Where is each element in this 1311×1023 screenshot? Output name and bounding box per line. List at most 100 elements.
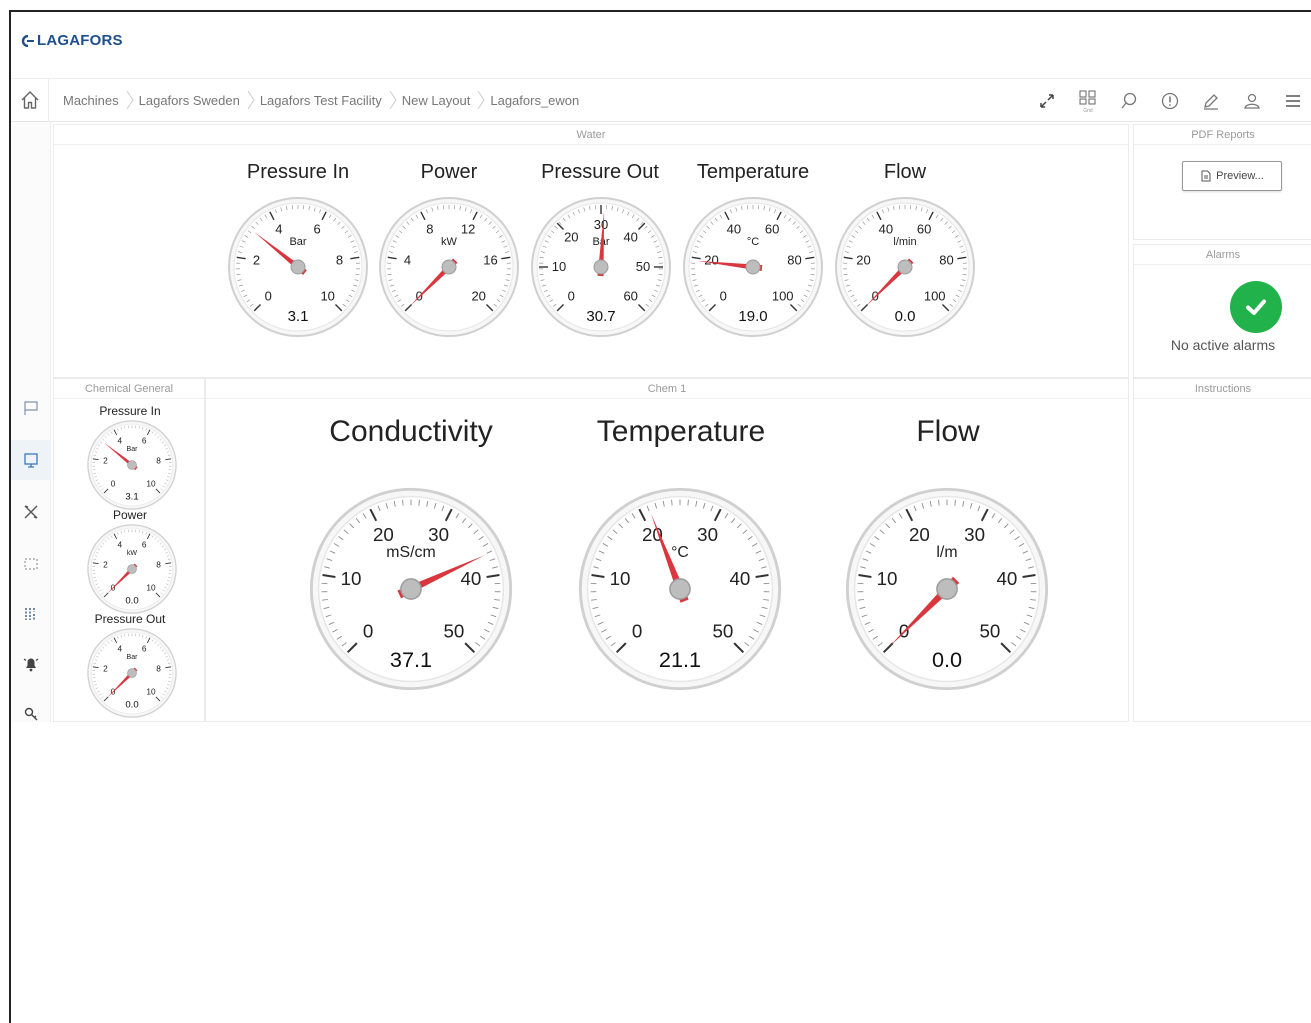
sidebar-item-flag[interactable] — [11, 388, 51, 428]
gauge-tick-label: 20 — [856, 252, 870, 267]
logo[interactable]: LAGAFORS — [21, 32, 123, 49]
sidebar-item-alarm[interactable] — [11, 644, 51, 684]
gauge-tick-label: 10 — [146, 583, 156, 593]
gauge-hub — [669, 578, 691, 600]
layout-icon: Grid — [1079, 90, 1095, 114]
gauge-flow: 020406080100l/min0.0 — [835, 197, 975, 337]
gauge-value-readout: 0.0 — [895, 308, 916, 325]
sidebar-item-dashboard[interactable] — [11, 440, 51, 480]
gauge-tick-label: 100 — [924, 289, 946, 304]
preview-button[interactable]: Preview... — [1182, 161, 1282, 191]
gauge-tick-label: 20 — [909, 524, 930, 545]
gauge-tick-label: 6 — [313, 222, 320, 237]
gauge-hub — [745, 259, 761, 275]
chevron-right-icon — [476, 90, 486, 110]
gauge-minor-tick — [938, 499, 940, 506]
gauge-unit-label: Bar — [289, 236, 306, 248]
gauge-unit-label: Bar — [127, 446, 139, 453]
gauge-hub — [897, 259, 913, 275]
toolbar: Grid — [1026, 79, 1311, 123]
user-button[interactable] — [1231, 79, 1272, 123]
gauge-tick-label: 8 — [156, 455, 161, 465]
layout-button[interactable]: Grid — [1067, 79, 1108, 123]
water-gauge-label-flow: Flow — [883, 161, 927, 183]
gauge-tick-label: 4 — [117, 436, 122, 446]
breadcrumb: Machines Lagafors Sweden Lagafors Test F… — [59, 90, 585, 110]
gauge-tick-label: 30 — [697, 524, 718, 545]
gauge-value-readout: 0.0 — [125, 596, 138, 607]
gauge-tick-label: 100 — [772, 289, 794, 304]
gauge-unit-label: l/min — [893, 236, 916, 248]
chem1-gauge-label-conductivity: Conductivity — [329, 415, 493, 448]
gauge-tick-label: 20 — [564, 229, 578, 244]
breadcrumb-lagafors-ewon[interactable]: Lagafors_ewon — [486, 93, 585, 108]
selection-icon — [24, 558, 38, 570]
gauge-tick-label: 2 — [253, 252, 260, 267]
breadcrumb-new-layout[interactable]: New Layout — [398, 93, 477, 108]
gauge-temperature: 0 20 40 60 80 100 °C 19.0 — [683, 197, 823, 337]
water-gauge-label-pressure-out: Pressure Out — [541, 161, 659, 183]
gauge-value-readout: 3.1 — [125, 492, 138, 503]
gauge-hub — [127, 460, 137, 470]
breadcrumb-test-facility[interactable]: Lagafors Test Facility — [256, 93, 388, 108]
home-button[interactable] — [11, 78, 49, 122]
gauge-hub — [441, 259, 457, 275]
gauge-tick-label: 20 — [704, 252, 718, 267]
gauge-tick-label: 30 — [964, 524, 985, 545]
gauge-hub — [593, 259, 609, 275]
gauge-unit-label: Bar — [127, 654, 139, 661]
gauge-tick-label: 40 — [727, 222, 741, 237]
gauge-tick-label: 8 — [156, 559, 161, 569]
chem-gauge-label-pressure-in: Pressure In — [99, 404, 161, 418]
gauge-minor-tick — [954, 499, 956, 506]
water-panel: Water Pressure In Power Pressure Out Tem… — [53, 124, 1129, 378]
sidebar-item-list[interactable] — [11, 594, 51, 634]
water-gauge-label-pressure-in: Pressure In — [246, 161, 350, 183]
gauge-value-readout: 30.7 — [586, 308, 615, 325]
search-button[interactable] — [1108, 79, 1149, 123]
gauge-tick-label: 0 — [363, 621, 373, 642]
alarm-bell-icon — [23, 658, 39, 672]
gauge-tick-label: 10 — [610, 568, 631, 589]
gauge-tick-label: 20 — [373, 524, 394, 545]
expand-button[interactable] — [1026, 79, 1067, 123]
gauge-value-readout: 3.1 — [288, 308, 309, 325]
gauge-value-readout: 0.0 — [932, 647, 962, 672]
breadcrumb-lagafors-sweden[interactable]: Lagafors Sweden — [135, 93, 246, 108]
gauge-tick-label: 4 — [275, 222, 282, 237]
gauge-tick-label: 30 — [594, 217, 608, 232]
menu-button[interactable] — [1272, 79, 1311, 123]
gauge-unit-label: °C — [747, 236, 759, 248]
chem1-gauge-label-temperature: Temperature — [596, 415, 766, 448]
gauge-tick-label: 4 — [117, 644, 122, 654]
alert-button[interactable] — [1149, 79, 1190, 123]
gauge-power: 048121620kW — [379, 197, 519, 337]
edit-icon — [1203, 94, 1218, 110]
top-bar: LAGAFORS — [11, 12, 1311, 78]
home-icon — [21, 91, 38, 109]
water-gauge-label-power: Power — [420, 161, 478, 183]
chemical-general-panel: Chemical General Pressure In Power Press… — [53, 378, 205, 722]
gauge-tick-label: 50 — [979, 621, 1000, 642]
expand-icon — [1039, 94, 1054, 108]
sidebar-item-key[interactable] — [11, 694, 51, 734]
gauge-tick-label: 0 — [568, 289, 575, 304]
gauge-tick-label: 2 — [103, 455, 108, 465]
user-icon — [1243, 93, 1260, 109]
gauge-tick-label: 12 — [461, 222, 475, 237]
gauge-tick-label: 40 — [879, 222, 893, 237]
gauge-conductivity: 0 10 20 30 40 50 mS/cm 37.1 — [309, 487, 513, 691]
gauge-tick-label: 8 — [336, 252, 343, 267]
alarms-title: Alarms — [1134, 245, 1311, 265]
edit-button[interactable] — [1190, 79, 1231, 123]
sidebar-item-selection[interactable] — [11, 544, 51, 584]
gauge-unit-label: mS/cm — [386, 544, 435, 561]
sidebar-item-tools[interactable] — [11, 492, 51, 532]
gauge-unit-label: kW — [441, 236, 458, 248]
chem1-title: Chem 1 — [206, 379, 1128, 399]
gauge-tick-label: 10 — [146, 687, 156, 697]
logo-text: LAGAFORS — [37, 32, 123, 49]
gauge-tick-label: 6 — [142, 540, 147, 550]
breadcrumb-machines[interactable]: Machines — [59, 93, 125, 108]
gauge-tick-label: 2 — [103, 559, 108, 569]
